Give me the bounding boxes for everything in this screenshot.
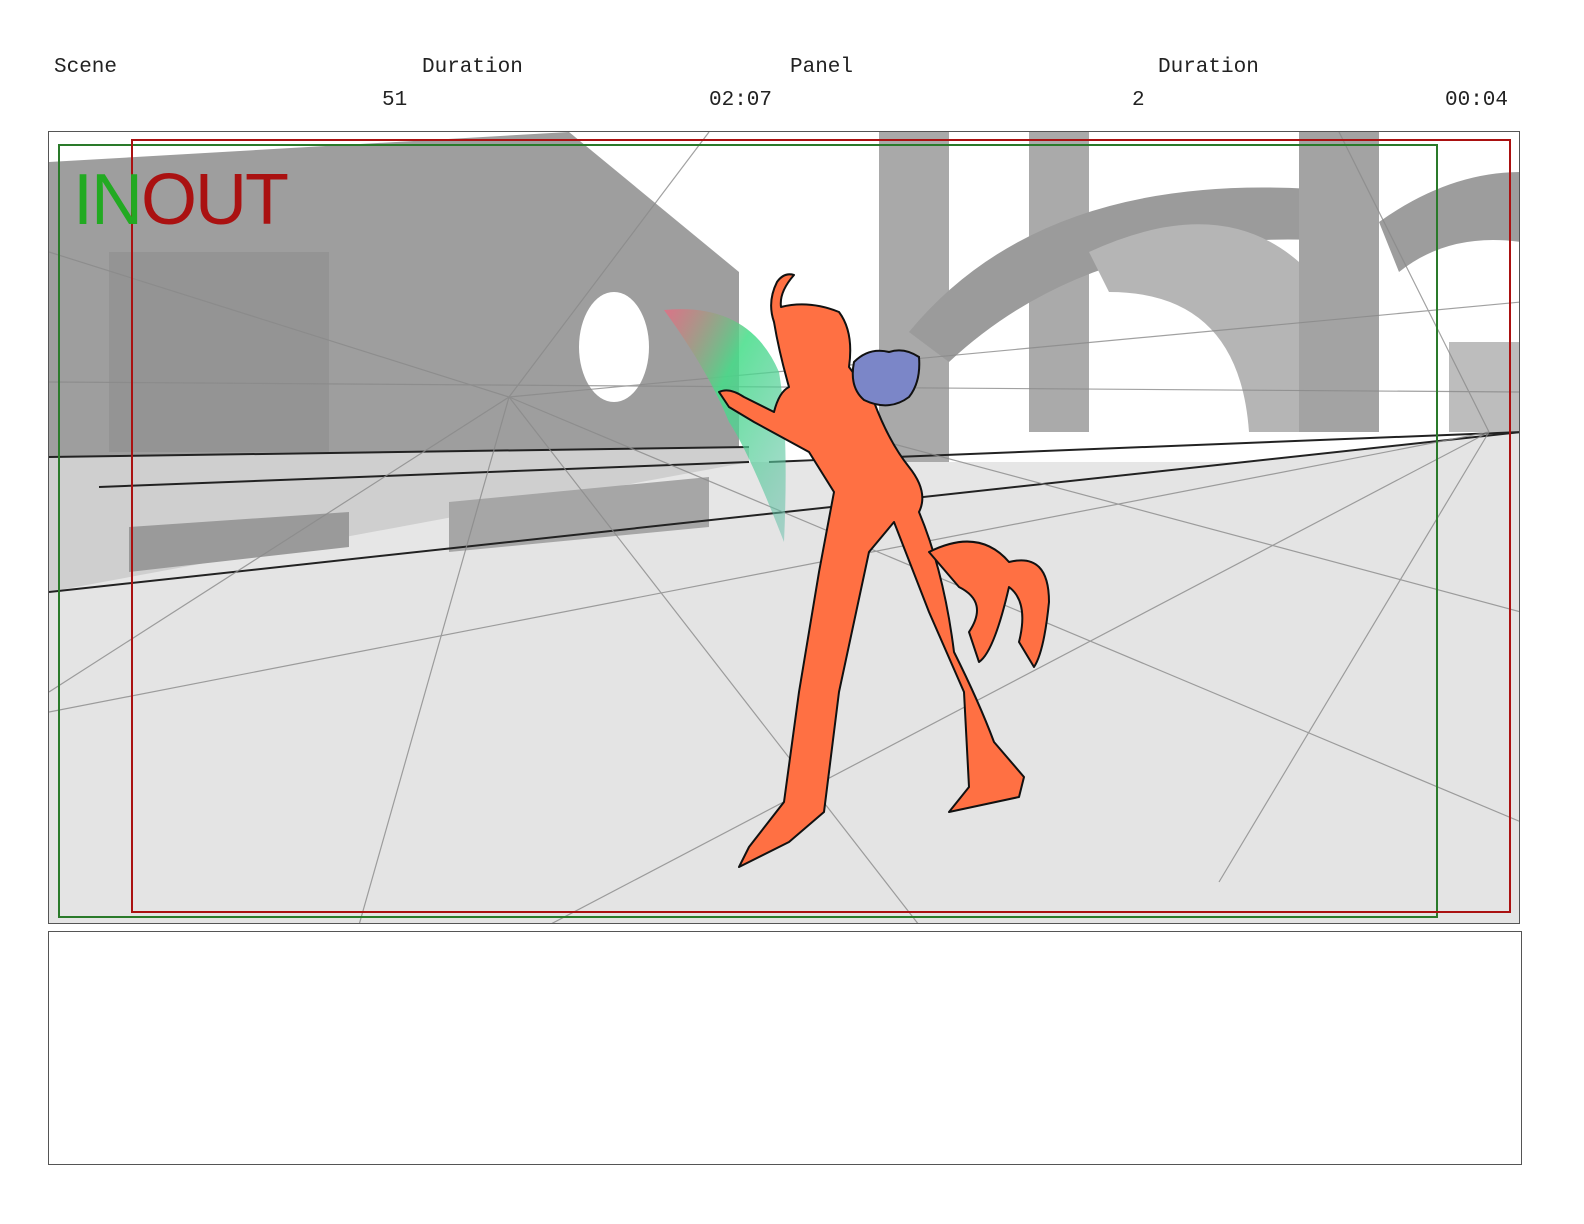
panel-label: Panel [790,56,854,79]
scene-number: 51 [382,89,408,112]
scene-label: Scene [54,56,118,79]
scene-duration-label: Duration [422,56,523,79]
panel-notes-box[interactable] [48,931,1522,1165]
out-label: OUT [141,160,289,240]
panel-duration-value: 00:04 [1445,89,1509,112]
panel-number: 2 [1132,89,1145,112]
panel-drawing [49,132,1519,923]
panel-duration-label: Duration [1158,56,1259,79]
storyboard-panel: INOUT [48,131,1520,924]
in-out-overlay: INOUT [73,160,289,240]
scene-duration-value: 02:07 [709,89,773,112]
in-label: IN [73,160,143,240]
